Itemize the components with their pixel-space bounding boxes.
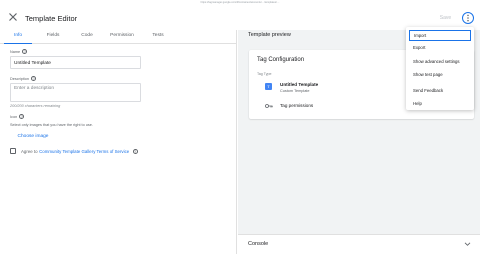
description-char-count: 200/200 characters remaining	[10, 104, 61, 108]
help-icon[interactable]: ?	[22, 49, 28, 54]
name-label-row: Name ?	[10, 49, 28, 54]
tag-name: Untitled Template	[280, 82, 319, 87]
key-icon	[265, 104, 273, 108]
description-input[interactable]: Enter a description	[10, 83, 141, 102]
preview-title: Template preview	[248, 32, 291, 38]
close-icon[interactable]	[8, 12, 18, 22]
icon-label: Icon	[10, 114, 18, 119]
help-icon[interactable]: ?	[132, 149, 138, 154]
console-label: Console	[248, 241, 269, 247]
console-panel[interactable]: Console	[238, 234, 480, 254]
tag-template-icon: T	[265, 83, 272, 90]
description-label-row: Description ?	[10, 76, 36, 81]
terms-of-service-link[interactable]: Community Template Gallery Terms of Serv…	[39, 149, 129, 154]
tag-permissions-row[interactable]: Tag permissions	[280, 103, 313, 108]
more-vert-icon	[467, 14, 469, 22]
help-icon[interactable]: ?	[31, 76, 36, 81]
choose-image-button[interactable]: Choose image	[16, 131, 50, 143]
tab-fields[interactable]: Fields	[38, 30, 68, 44]
menu-item-show-advanced-settings[interactable]: Show advanced settings	[406, 56, 474, 67]
editor-tabs: Info Fields Code Permission Tests	[0, 30, 237, 44]
more-options-menu: Import Export Show advanced settings Sho…	[406, 27, 474, 110]
tag-subtitle: Custom Template	[280, 89, 310, 93]
menu-item-show-test-page[interactable]: Show test page	[406, 69, 474, 80]
agree-text-row: Agree to Community Template Gallery Term…	[21, 149, 138, 154]
tab-tests[interactable]: Tests	[143, 30, 173, 44]
save-button[interactable]: Save	[433, 11, 458, 25]
help-icon[interactable]: ?	[19, 114, 25, 119]
tab-code[interactable]: Code	[73, 30, 101, 44]
agree-checkbox[interactable]	[10, 148, 16, 154]
agree-prefix: Agree to	[21, 149, 38, 154]
description-label: Description	[10, 76, 29, 81]
editor-panel: Info Fields Code Permission Tests Name ?…	[0, 30, 237, 254]
menu-item-help[interactable]: Help	[406, 98, 474, 109]
icon-label-row: Icon ?	[10, 114, 25, 119]
name-label: Name	[10, 49, 21, 54]
menu-item-export[interactable]: Export	[406, 42, 474, 53]
icon-hint: Select only images that you have the rig…	[10, 123, 93, 127]
tab-permission[interactable]: Permission	[104, 30, 140, 44]
menu-item-import[interactable]: Import	[409, 30, 471, 41]
name-input[interactable]: Untitled Template	[10, 56, 141, 69]
tab-info[interactable]: Info	[4, 30, 32, 44]
chevron-down-icon[interactable]	[464, 241, 471, 247]
card-title: Tag Configuration	[257, 57, 305, 63]
more-options-button[interactable]	[462, 12, 474, 24]
menu-item-send-feedback[interactable]: Send Feedback	[406, 85, 474, 96]
page-title: Template Editor	[25, 14, 78, 23]
tag-type-label: Tag Type	[257, 72, 272, 76]
